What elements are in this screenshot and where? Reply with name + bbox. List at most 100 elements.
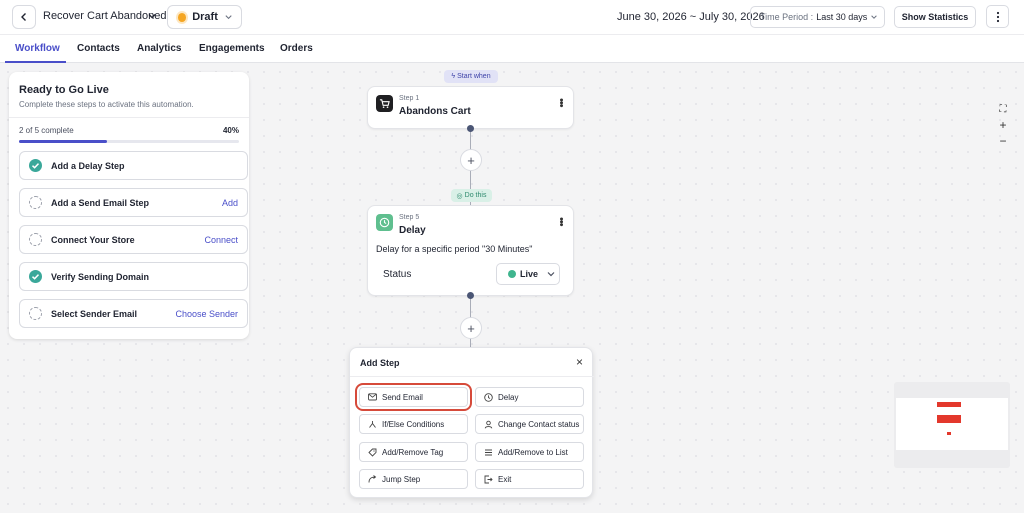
divider	[9, 117, 249, 118]
do-this-badge: ◎ Do this	[451, 189, 492, 202]
checklist-item-label: Add a Delay Step	[51, 161, 125, 171]
status-label: Draft	[192, 11, 218, 23]
progress-bar-fill	[19, 140, 107, 143]
status-label: Status	[383, 269, 412, 280]
fit-view-icon[interactable]: ⛶	[996, 102, 1010, 116]
branch-icon	[368, 420, 377, 429]
more-vertical-icon[interactable]: •••	[555, 98, 567, 107]
start-when-badge: ϟ Start when	[444, 70, 498, 83]
progress-percent: 40%	[222, 126, 239, 135]
connector-node[interactable]	[467, 125, 474, 132]
step-number: Step 1	[399, 95, 420, 102]
minimap[interactable]	[894, 382, 1010, 468]
add-step-button[interactable]: +	[460, 317, 482, 339]
option-exit[interactable]: Exit	[475, 469, 584, 489]
option-label: Add/Remove to List	[498, 447, 568, 457]
zoom-in-icon[interactable]: +	[996, 118, 1010, 132]
zoom-out-icon[interactable]: −	[996, 134, 1010, 148]
option-jump-step[interactable]: Jump Step	[359, 469, 468, 489]
checklist-title: Ready to Go Live	[19, 84, 109, 96]
show-statistics-button[interactable]: Show Statistics	[894, 6, 976, 28]
minimap-node	[937, 415, 961, 423]
jump-icon	[368, 474, 377, 484]
exit-icon	[484, 475, 493, 484]
add-step-title: Add Step	[360, 358, 400, 368]
step-card-delay[interactable]: Step 5 Delay ••• Delay for a specific pe…	[367, 205, 574, 296]
check-icon: ◎	[456, 192, 463, 200]
list-icon	[484, 448, 493, 457]
more-options-button[interactable]	[986, 5, 1009, 28]
connector-node[interactable]	[467, 292, 474, 299]
tab-contacts[interactable]: Contacts	[77, 43, 120, 54]
step-title: Abandons Cart	[399, 106, 471, 117]
checklist-item-delay[interactable]: Add a Delay Step	[19, 151, 248, 180]
draft-status-icon	[178, 12, 187, 22]
checklist-item-connect-store[interactable]: Connect Your Store Connect	[19, 225, 248, 254]
mail-icon	[368, 393, 377, 402]
empty-circle-icon	[29, 196, 42, 209]
option-label: Jump Step	[382, 474, 421, 484]
go-live-checklist: Ready to Go Live Complete these steps to…	[9, 72, 249, 339]
step-number: Step 5	[399, 214, 420, 221]
status-dropdown[interactable]: Draft	[167, 5, 242, 29]
empty-circle-icon	[29, 307, 42, 320]
option-label: Delay	[498, 392, 519, 402]
checklist-item-label: Connect Your Store	[51, 235, 135, 245]
option-send-email[interactable]: Send Email	[355, 383, 472, 411]
empty-circle-icon	[29, 233, 42, 246]
date-range: June 30, 2026 ~ July 30, 2026	[617, 11, 765, 23]
tab-workflow[interactable]: Workflow	[15, 43, 60, 54]
chevron-left-icon	[21, 13, 26, 21]
step-card-abandons-cart[interactable]: Step 1 Abandons Cart •••	[367, 86, 574, 129]
check-circle-icon	[29, 159, 42, 172]
start-when-label: Start when	[457, 73, 491, 80]
option-if-else[interactable]: If/Else Conditions	[359, 414, 468, 434]
checklist-item-verify-domain[interactable]: Verify Sending Domain	[19, 262, 248, 291]
choose-sender-link[interactable]: Choose Sender	[175, 309, 238, 319]
checklist-item-sender-email[interactable]: Select Sender Email Choose Sender	[19, 299, 248, 328]
minimap-node	[937, 402, 961, 407]
more-vertical-icon	[996, 11, 999, 22]
option-label: Add/Remove Tag	[382, 447, 444, 457]
tab-orders[interactable]: Orders	[280, 43, 313, 54]
top-bar: Recover Cart Abandoned Draft June 30, 20…	[0, 0, 1024, 34]
close-icon[interactable]: ×	[576, 355, 583, 369]
status-select[interactable]: Live	[496, 263, 560, 285]
checklist-item-send-email[interactable]: Add a Send Email Step Add	[19, 188, 248, 217]
option-delay[interactable]: Delay	[475, 387, 584, 407]
progress-label: 2 of 5 complete	[19, 126, 74, 135]
clock-icon	[484, 392, 493, 402]
option-add-remove-list[interactable]: Add/Remove to List	[475, 442, 584, 462]
step-description: Delay for a specific period "30 Minutes"	[376, 244, 533, 254]
status-value: Live	[520, 269, 539, 279]
connect-store-link[interactable]: Connect	[204, 235, 238, 245]
option-add-remove-tag[interactable]: Add/Remove Tag	[359, 442, 468, 462]
live-status-icon	[508, 270, 516, 278]
back-button[interactable]	[12, 5, 36, 29]
time-period-select[interactable]: Time Period : Last 30 days	[750, 6, 885, 28]
cart-icon	[376, 95, 393, 112]
tag-icon	[368, 448, 377, 457]
do-this-label: Do this	[464, 192, 487, 199]
lightning-icon: ϟ	[451, 73, 456, 80]
more-vertical-icon[interactable]: •••	[555, 217, 567, 226]
option-change-contact-status[interactable]: Change Contact status	[475, 414, 584, 434]
option-label: If/Else Conditions	[382, 419, 445, 429]
add-step-button[interactable]: +	[460, 149, 482, 171]
check-circle-icon	[29, 270, 42, 283]
tab-engagements[interactable]: Engagements	[199, 43, 265, 54]
checklist-item-label: Select Sender Email	[51, 309, 138, 319]
checklist-item-label: Add a Send Email Step	[51, 198, 150, 208]
minimap-node	[947, 432, 951, 435]
minimap-viewport	[896, 398, 1008, 450]
clock-icon	[376, 214, 393, 231]
chevron-down-icon	[225, 15, 232, 20]
divider	[350, 376, 594, 377]
add-step-panel: Add Step × Send Email Delay If/Else Cond…	[349, 347, 594, 498]
tab-analytics[interactable]: Analytics	[137, 43, 181, 54]
time-period-value: Last 30 days	[816, 12, 868, 22]
add-send-email-link[interactable]: Add	[222, 198, 238, 208]
user-icon	[484, 420, 493, 429]
chevron-down-icon[interactable]	[147, 10, 157, 24]
active-tab-indicator	[5, 61, 66, 63]
